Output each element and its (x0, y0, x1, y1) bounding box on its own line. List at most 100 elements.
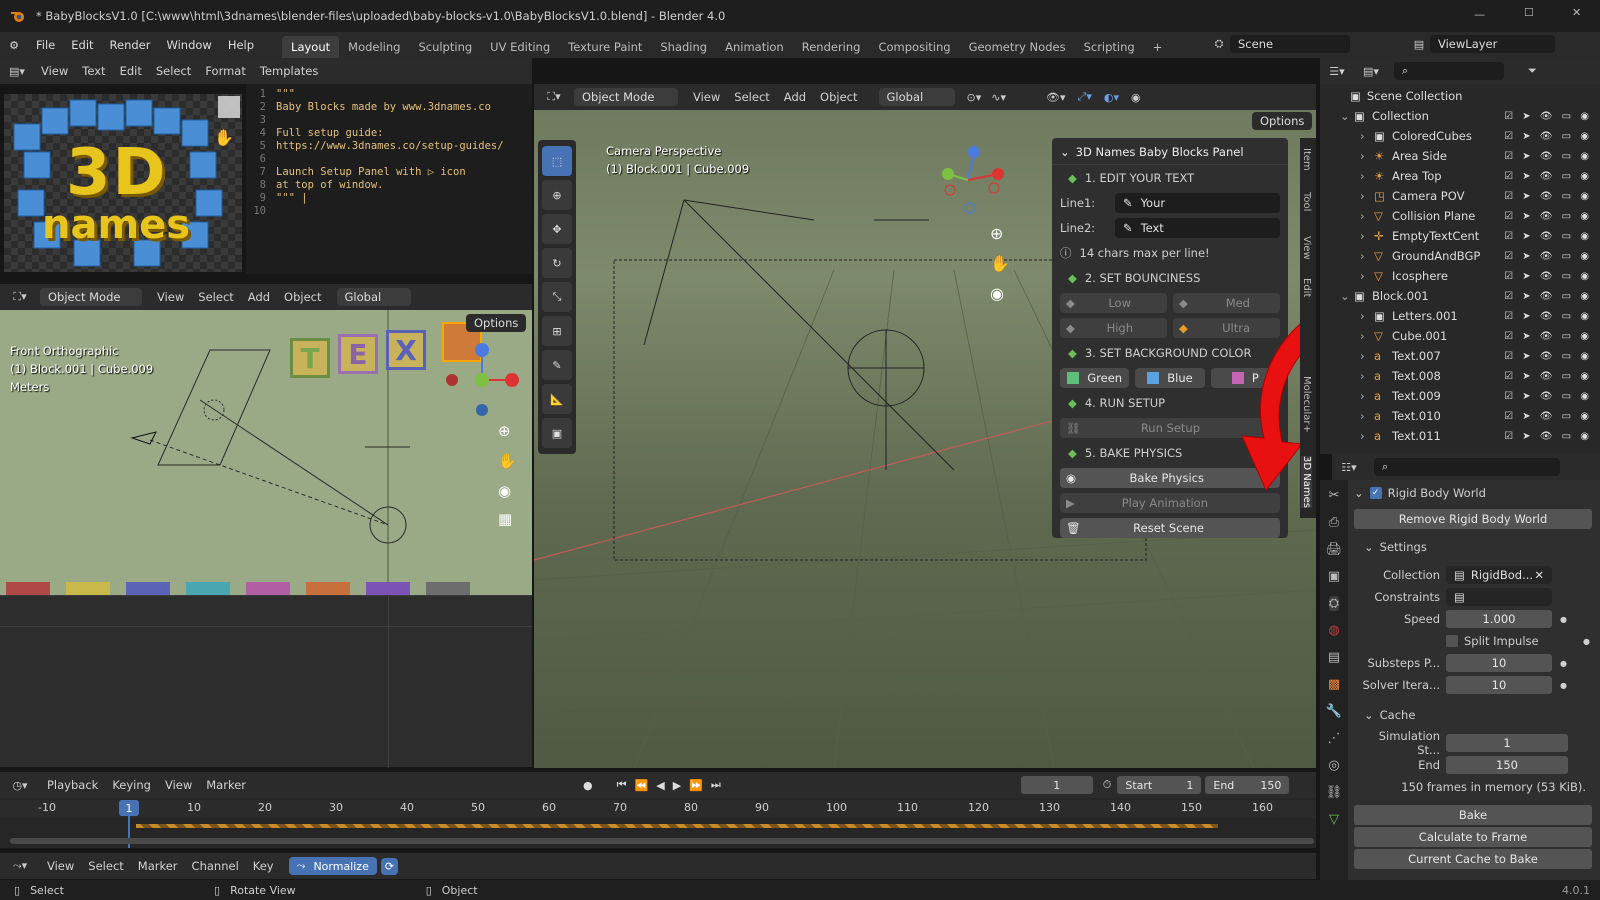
palette-swatch[interactable] (306, 582, 350, 595)
jump-keyframe-back-icon[interactable]: ⏪ (635, 779, 649, 792)
text-menu-view[interactable]: View (34, 62, 75, 80)
visibility-toggles[interactable]: ☑ ➤ 👁 ▭ ◉ (1504, 111, 1592, 122)
rotate-tool[interactable]: ↻ (542, 248, 572, 278)
hand-icon[interactable]: ✋ (214, 128, 234, 147)
close-button[interactable]: ✕ (1572, 6, 1581, 19)
tab-tool[interactable]: Tool (1301, 192, 1312, 211)
rigid-body-world-checkbox[interactable]: ✓ (1369, 487, 1382, 499)
keyframe-dot-icon[interactable]: ● (1560, 615, 1567, 624)
add-cube-tool[interactable]: ▣ (542, 418, 572, 448)
tab-uv-editing[interactable]: UV Editing (481, 36, 559, 58)
expand-arrow-icon[interactable]: › (1360, 389, 1374, 403)
outliner-item[interactable]: › ▣ Letters.001 ☑ ➤ 👁 ▭ ◉ (1320, 306, 1600, 326)
text-menu-text[interactable]: Text (75, 62, 112, 80)
current-frame-field[interactable]: 1 (1020, 776, 1093, 794)
keyframe-dot-icon[interactable]: ● (1560, 659, 1567, 668)
select-box-tool[interactable]: ⬚ (542, 146, 572, 176)
front-mode-dropdown[interactable]: Object Mode (40, 288, 142, 306)
maximize-button[interactable]: ☐ (1524, 6, 1534, 19)
keyframe-dot-icon[interactable]: ● (1560, 681, 1567, 690)
tab-shading[interactable]: Shading (651, 36, 716, 58)
timeline-menu-keying[interactable]: Keying (105, 776, 158, 794)
timeline-menu-playback[interactable]: Playback (40, 776, 105, 794)
code-line[interactable]: 3 (246, 114, 532, 127)
code-line[interactable]: 5 https://www.3dnames.co/setup-guides/ (246, 140, 532, 153)
outliner-item[interactable]: › ☀ Area Top ☑ ➤ 👁 ▭ ◉ (1320, 166, 1600, 186)
outliner-item[interactable]: › a Text.011 ☑ ➤ 👁 ▭ ◉ (1320, 426, 1600, 446)
menu-render[interactable]: Render (102, 38, 159, 52)
editor-type-icon[interactable]: ☰▾ (1320, 65, 1354, 78)
editor-type-icon[interactable]: ▤▾ (0, 65, 34, 78)
filter-icon[interactable]: ⏷ (1528, 64, 1537, 78)
expand-arrow-icon[interactable]: › (1360, 249, 1374, 263)
visibility-toggles[interactable]: ☑ ➤ 👁 ▭ ◉ (1504, 231, 1592, 242)
proportional-icon[interactable]: ∿▾ (991, 91, 1006, 104)
tab-sculpting[interactable]: Sculpting (409, 36, 481, 58)
editor-type-icon[interactable]: ◷▾ (0, 779, 40, 792)
scene-props-icon[interactable]: ⛭ (1328, 596, 1340, 611)
expand-arrow-icon[interactable]: › (1360, 209, 1374, 223)
expand-arrow-icon[interactable]: ⌄ (1340, 109, 1354, 123)
front-orthographic-viewport[interactable]: T E X Front Orthographic (1) Block.001 |… (0, 310, 532, 595)
remove-rigid-body-world-button[interactable]: Remove Rigid Body World (1354, 509, 1592, 529)
outliner-search-input[interactable]: ⌕ (1394, 62, 1504, 80)
clock-icon[interactable]: ⏱ (1103, 778, 1112, 792)
speed-field[interactable]: 1.000 (1446, 610, 1552, 628)
outliner-item[interactable]: › ✛ EmptyTextCent ☑ ➤ 👁 ▭ ◉ (1320, 226, 1600, 246)
front-grid-icon[interactable]: ▦ (498, 510, 512, 528)
visibility-toggles[interactable]: ☑ ➤ 👁 ▭ ◉ (1504, 291, 1592, 302)
visibility-toggles[interactable]: ☑ ➤ 👁 ▭ ◉ (1504, 211, 1592, 222)
text-menu-edit[interactable]: Edit (113, 62, 149, 80)
expand-arrow-icon[interactable]: › (1360, 429, 1374, 443)
visibility-toggles[interactable]: ☑ ➤ 👁 ▭ ◉ (1504, 171, 1592, 182)
visibility-toggles[interactable]: ☑ ➤ 👁 ▭ ◉ (1504, 351, 1592, 362)
bg-blue-button[interactable]: Blue (1135, 367, 1205, 388)
scene-selector[interactable]: Scene (1230, 35, 1350, 53)
tab-view[interactable]: View (1301, 236, 1312, 260)
front-menu-select[interactable]: Select (191, 288, 240, 306)
main-pan-icon[interactable]: ✋ (990, 254, 1010, 273)
main-menu-select[interactable]: Select (727, 88, 776, 106)
menu-help[interactable]: Help (220, 38, 262, 52)
editor-type-icon[interactable]: ⛶▾ (534, 90, 574, 104)
expand-arrow-icon[interactable]: › (1360, 269, 1374, 283)
collection-props-icon[interactable]: ▤ (1328, 650, 1340, 665)
expand-arrow-icon[interactable]: › (1360, 189, 1374, 203)
text-menu-templates[interactable]: Templates (253, 62, 325, 80)
overlay-icon[interactable]: ◐▾ (1104, 91, 1119, 104)
visibility-toggles[interactable]: ☑ ➤ 👁 ▭ ◉ (1504, 191, 1592, 202)
menu-window[interactable]: Window (158, 38, 219, 52)
visibility-toggles[interactable]: ☑ ➤ 👁 ▭ ◉ (1504, 251, 1592, 262)
front-menu-add[interactable]: Add (241, 288, 277, 306)
physics-props-icon[interactable]: ◎ (1328, 758, 1339, 773)
main-menu-object[interactable]: Object (813, 88, 864, 106)
add-workspace-icon[interactable]: + (1144, 36, 1172, 58)
main-orientation-dropdown[interactable]: Global (878, 88, 955, 106)
visibility-toggles[interactable]: ☑ ➤ 👁 ▭ ◉ (1504, 411, 1592, 422)
expand-arrow-icon[interactable]: › (1360, 169, 1374, 183)
tab-modeling[interactable]: Modeling (339, 36, 409, 58)
main-mode-dropdown[interactable]: Object Mode (574, 88, 678, 106)
reset-scene-button[interactable]: 🗑 Reset Scene (1060, 517, 1280, 538)
collapse-chevron-icon[interactable]: ⌄ (1364, 540, 1374, 554)
code-line[interactable]: 1 """ (246, 88, 532, 101)
cursor-tool[interactable]: ⊕ (542, 180, 572, 210)
tab-3d-names[interactable]: 3D Names (1301, 456, 1312, 508)
menu-file[interactable]: File (28, 38, 63, 52)
transform-tool[interactable]: ⊞ (542, 316, 572, 346)
expand-arrow-icon[interactable]: › (1360, 409, 1374, 423)
world-props-icon[interactable]: ◍ (1328, 623, 1339, 638)
data-props-icon[interactable]: ▽ (1329, 812, 1339, 827)
code-line[interactable]: 4 Full setup guide: (246, 127, 532, 140)
visibility-toggles[interactable]: ☑ ➤ 👁 ▭ ◉ (1504, 431, 1592, 442)
outliner-item[interactable]: ⌄ ▣ Collection ☑ ➤ 👁 ▭ ◉ (1320, 106, 1600, 126)
palette-swatch[interactable] (6, 582, 50, 595)
display-mode-icon[interactable]: ▤▾ (1354, 65, 1388, 78)
palette-swatch[interactable] (426, 582, 470, 595)
current-cache-to-bake-button[interactable]: Current Cache to Bake (1354, 849, 1592, 869)
outliner-item[interactable]: › ▣ ColoredCubes ☑ ➤ 👁 ▭ ◉ (1320, 126, 1600, 146)
outliner-item[interactable]: ⌄ ▣ Block.001 ☑ ➤ 👁 ▭ ◉ (1320, 286, 1600, 306)
bg-green-button[interactable]: Green (1060, 367, 1130, 388)
main-menu-add[interactable]: Add (777, 88, 813, 106)
annotate-tool[interactable]: ✎ (542, 350, 572, 380)
